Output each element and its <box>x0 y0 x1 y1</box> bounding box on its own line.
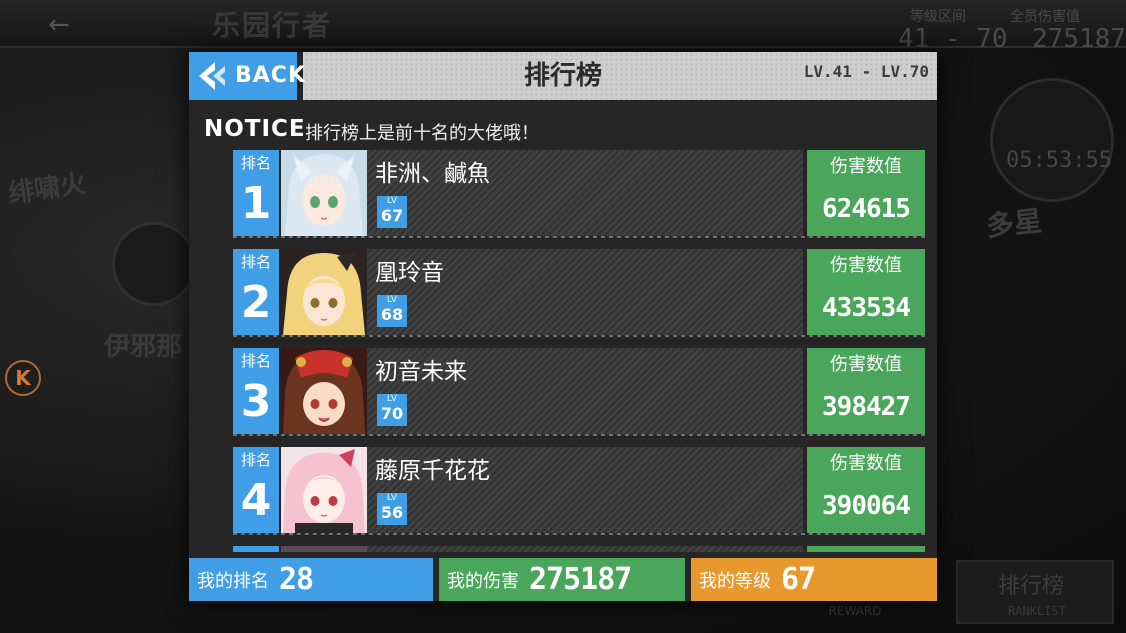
rank-number: 4 <box>240 475 272 526</box>
ranking-list[interactable]: 排名 1 非洲、鹹魚 LV 67 伤害数值 624615 排名 2 凰玲音 LV… <box>231 150 927 552</box>
background-level-range-value: 41 - 70 <box>898 24 1008 54</box>
background-timer: 05:53:55 <box>1006 148 1112 173</box>
rank-tab: 排名 4 <box>233 447 279 533</box>
my-level-value: 67 <box>781 562 816 597</box>
player-avatar <box>281 546 367 552</box>
damage-panel: 伤害数值 433534 <box>807 249 925 335</box>
back-button-label: BACK <box>235 63 306 88</box>
player-avatar <box>281 150 367 236</box>
rank-label: 排名 <box>240 451 271 469</box>
my-stats-footer: 我的排名 28 我的伤害 275187 我的等级 67 <box>189 558 937 601</box>
level-badge-value: 56 <box>380 503 404 522</box>
damage-value: 398427 <box>822 392 911 422</box>
level-badge: LV 56 <box>377 493 407 525</box>
my-damage-value: 275187 <box>529 562 632 597</box>
background-left-card-name: 绯啸火 <box>6 168 89 210</box>
player-name: 藤原千花花 <box>375 458 490 484</box>
damage-panel: 伤害数值 624615 <box>807 150 925 236</box>
player-avatar <box>281 249 367 335</box>
row-divider <box>233 335 925 337</box>
damage-value: 624615 <box>822 194 911 224</box>
row-divider <box>233 236 925 238</box>
my-rank-value: 28 <box>279 562 314 597</box>
rank-label: 排名 <box>240 352 271 370</box>
rank-tab: 排名 3 <box>233 348 279 434</box>
ranking-row: 排名 4 藤原千花花 LV 56 伤害数值 390064 <box>231 447 927 535</box>
rank-number: 3 <box>240 376 272 427</box>
player-avatar <box>281 348 367 434</box>
modal-header: 排行榜 BACK LV.41 - LV.70 <box>189 52 937 100</box>
rank-tab: 排名 2 <box>233 249 279 335</box>
player-name: 初音未来 <box>375 359 467 385</box>
ranking-row: 排名 2 凰玲音 LV 68 伤害数值 433534 <box>231 249 927 337</box>
rank-label: 排名 <box>240 154 271 172</box>
level-badge-value: 67 <box>380 206 404 225</box>
ranking-row: 排名 3 初音未来 LV 70 伤害数值 398427 <box>231 348 927 436</box>
ranking-row-partial <box>231 546 927 552</box>
notice-label: NOTICE <box>204 116 306 142</box>
background-back-arrow-icon: ← <box>48 10 70 40</box>
background-total-damage-value: 275187 <box>1032 24 1126 54</box>
player-name: 凰玲音 <box>375 260 444 286</box>
background-timer-ring <box>990 78 1114 202</box>
my-damage-panel: 我的伤害 275187 <box>439 558 685 601</box>
rank-number: 2 <box>240 277 272 328</box>
damage-panel <box>807 546 925 552</box>
damage-label: 伤害数值 <box>830 156 902 177</box>
player-name-panel <box>367 546 803 552</box>
level-range: LV.41 - LV.70 <box>803 62 929 81</box>
player-name: 非洲、鹹魚 <box>375 161 490 187</box>
damage-label: 伤害数值 <box>830 453 902 474</box>
level-badge: LV 68 <box>377 295 407 327</box>
level-badge: LV 70 <box>377 394 407 426</box>
my-level-panel: 我的等级 67 <box>691 558 937 601</box>
background-title: 乐园行者 <box>212 9 333 42</box>
damage-label: 伤害数值 <box>830 255 902 276</box>
player-name-panel: 凰玲音 LV 68 <box>367 249 803 335</box>
background-ranklist-button: 排行榜 RANKLIST <box>956 560 1114 624</box>
player-name-panel: 藤原千花花 LV 56 <box>367 447 803 533</box>
damage-value: 390064 <box>822 491 911 521</box>
background-lock-icon <box>112 222 196 306</box>
notice-text: 排行榜上是前十名的大佬哦！ <box>305 123 539 144</box>
my-damage-label: 我的伤害 <box>447 570 519 592</box>
my-level-label: 我的等级 <box>699 570 771 592</box>
rank-tab <box>233 546 279 552</box>
rank-number: 1 <box>240 178 272 229</box>
rank-tab: 排名 1 <box>233 150 279 236</box>
my-rank-label: 我的排名 <box>197 570 269 592</box>
damage-panel: 伤害数值 398427 <box>807 348 925 434</box>
k-logo-icon: K <box>5 360 41 396</box>
back-button[interactable]: BACK <box>189 52 306 100</box>
level-badge-value: 68 <box>380 305 404 324</box>
background-level-range-label: 等级区间 <box>910 9 966 25</box>
player-name-panel: 非洲、鹹魚 LV 67 <box>367 150 803 236</box>
level-badge: LV 67 <box>377 196 407 228</box>
my-rank-panel: 我的排名 28 <box>189 558 433 601</box>
rank-label: 排名 <box>240 253 271 271</box>
background-right-card-name: 多星 <box>984 204 1044 243</box>
damage-value: 433534 <box>822 293 911 323</box>
leaderboard-modal: 排行榜 BACK LV.41 - LV.70 NOTICE 排行榜上是前十名的大… <box>189 52 937 601</box>
background-top-bar: ← 乐园行者 等级区间 41 - 70 全员伤害值 275187 <box>0 0 1126 54</box>
row-divider <box>233 533 925 535</box>
damage-label: 伤害数值 <box>830 354 902 375</box>
damage-panel: 伤害数值 390064 <box>807 447 925 533</box>
player-name-panel: 初音未来 LV 70 <box>367 348 803 434</box>
back-arrow-icon <box>199 62 225 90</box>
level-badge-value: 70 <box>380 404 404 423</box>
background-ranklist-sub: RANKLIST <box>1008 604 1066 618</box>
row-divider <box>233 434 925 436</box>
ranking-row: 排名 1 非洲、鹹魚 LV 67 伤害数值 624615 <box>231 150 927 238</box>
player-avatar <box>281 447 367 533</box>
background-total-damage-label: 全员伤害值 <box>1010 9 1080 25</box>
background-left-card-name-2: 伊邪那 <box>104 332 183 362</box>
background-ranklist-label: 排行榜 <box>998 574 1065 599</box>
